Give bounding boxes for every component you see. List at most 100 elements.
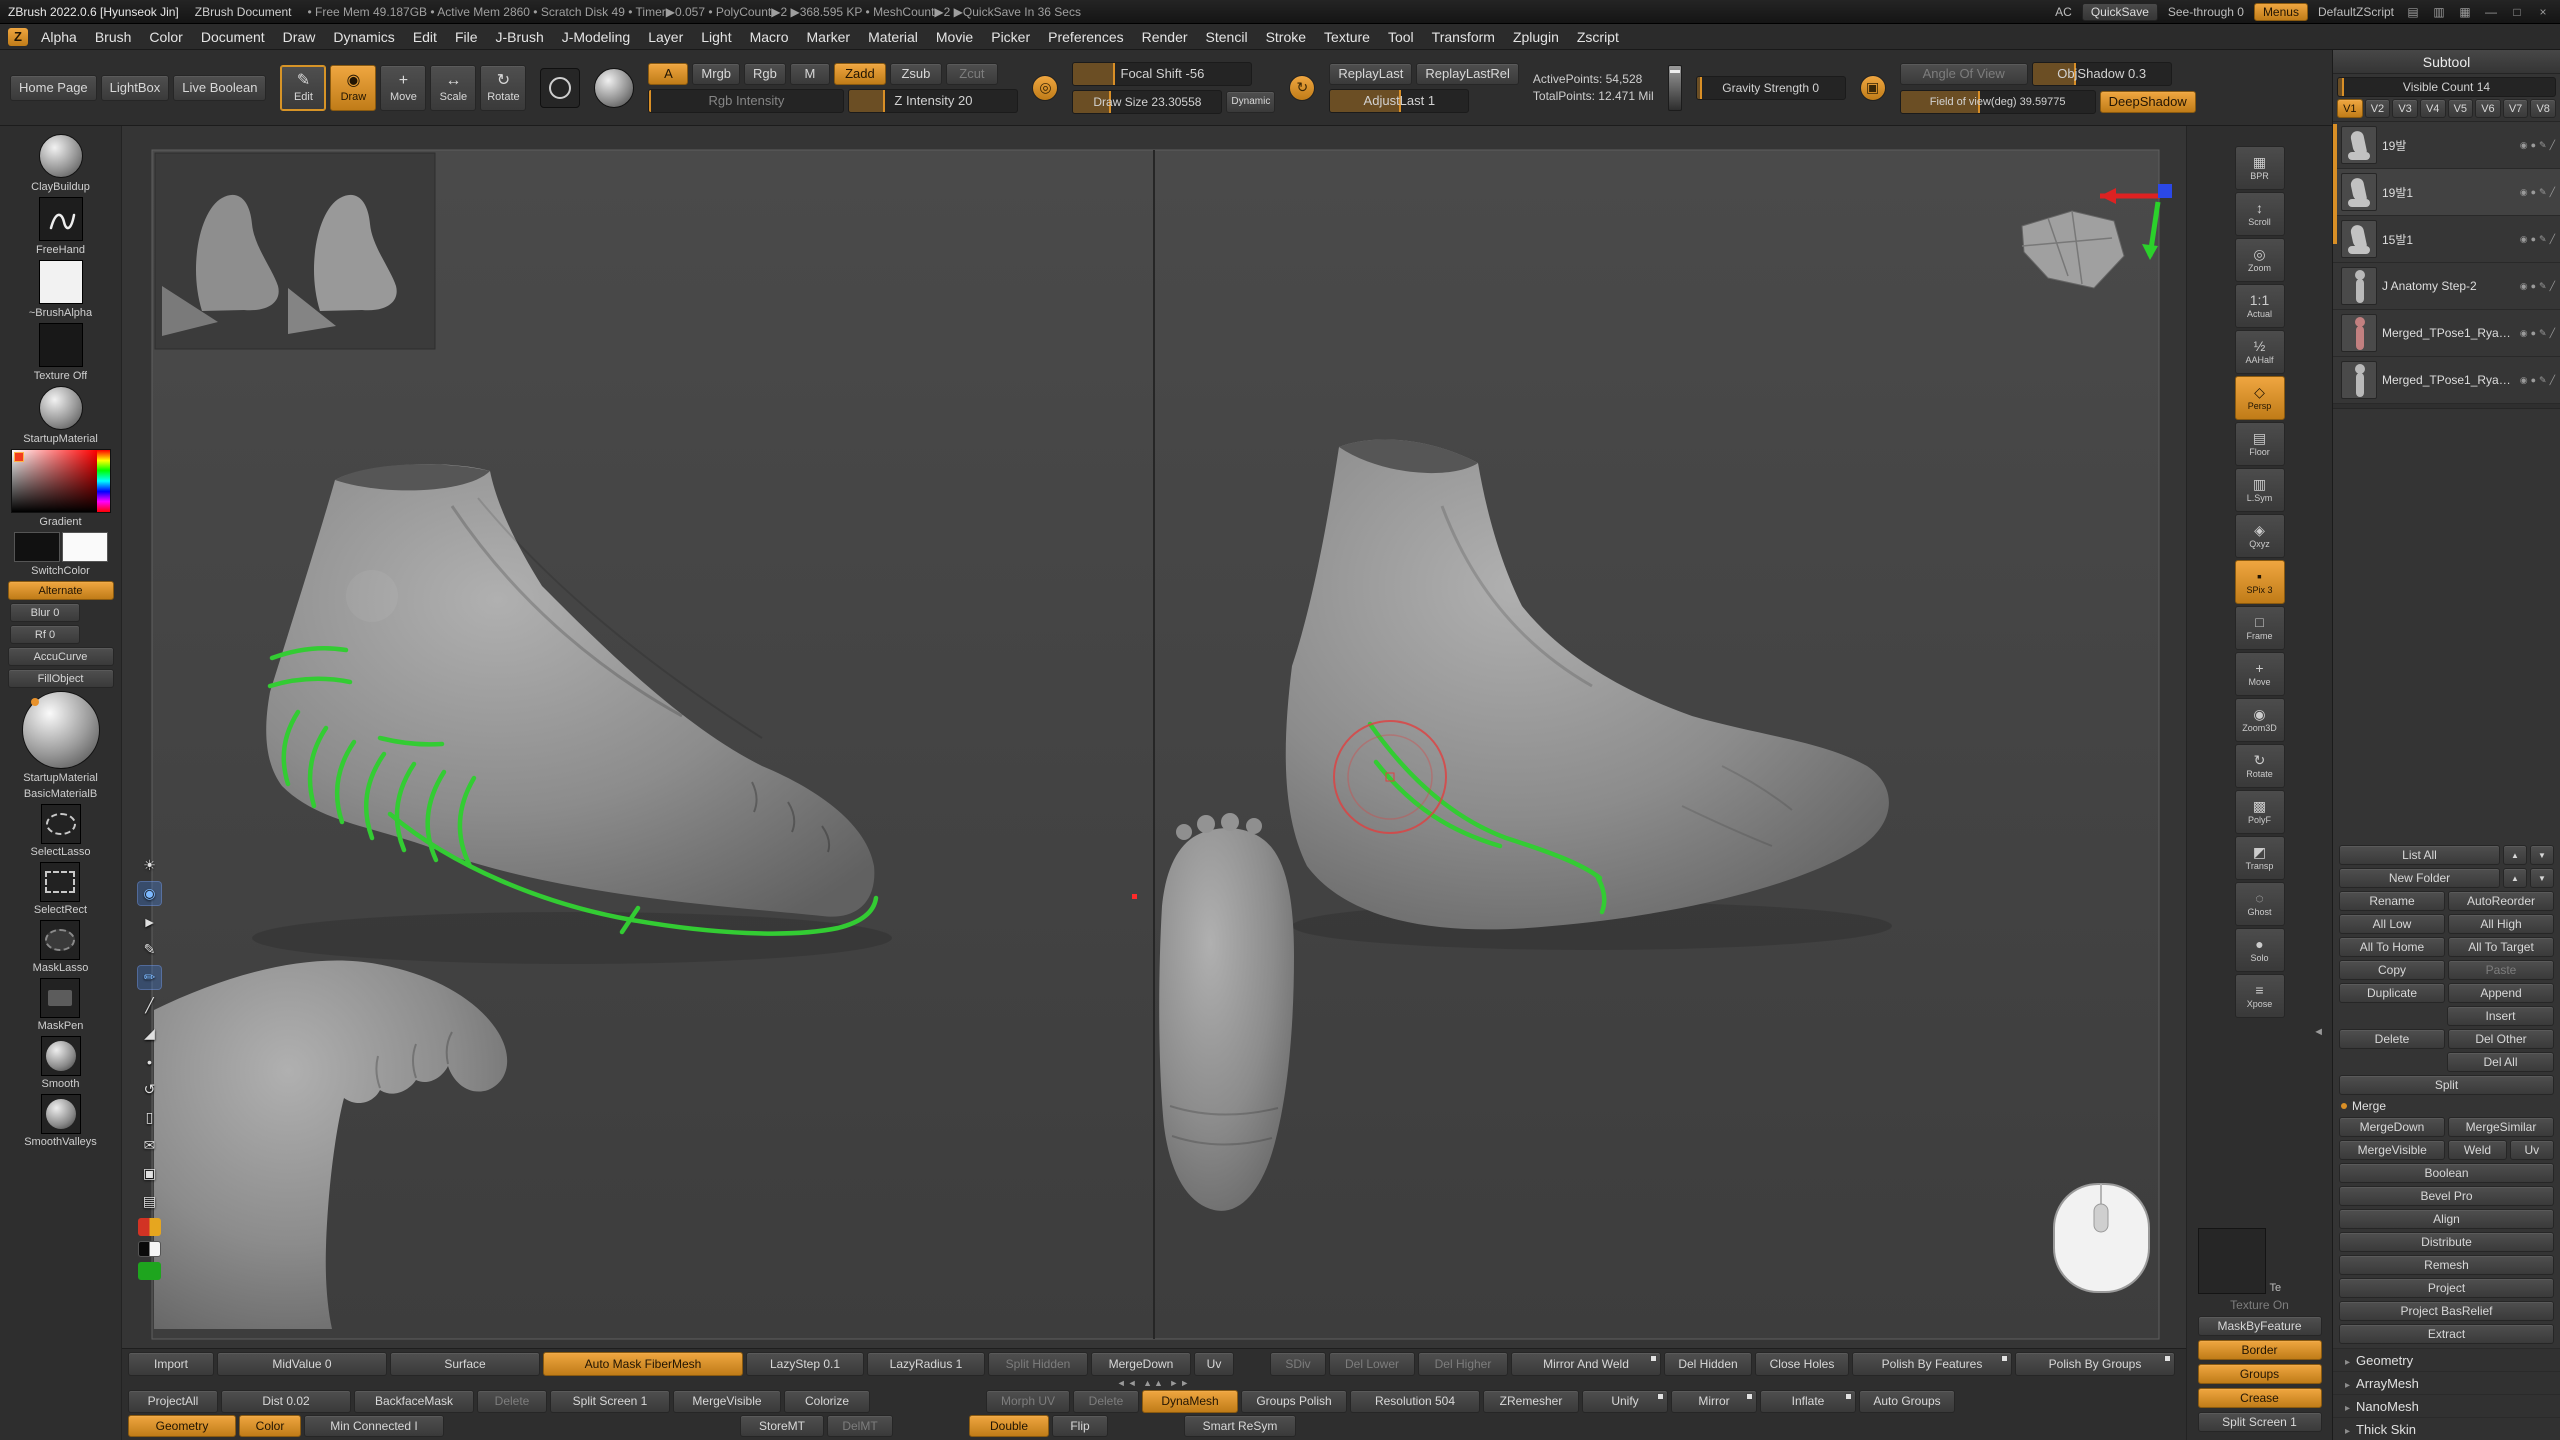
window-control-icon[interactable]: ▥ [2430, 5, 2448, 19]
insert-button[interactable]: Insert [2447, 1006, 2554, 1026]
sculpt-icon[interactable] [2539, 328, 2547, 339]
canvas-tool-icon[interactable]: ► [138, 910, 161, 933]
bottom-bar-button[interactable]: Flip [1052, 1415, 1108, 1437]
bottom-bar-button[interactable]: Inflate [1760, 1390, 1856, 1414]
pose-icon[interactable] [2550, 187, 2555, 198]
bottom-bar-button[interactable]: Import [128, 1352, 214, 1376]
menu-item[interactable]: Draw [274, 29, 325, 45]
polypaint-icon[interactable] [2531, 187, 2536, 198]
subtool-row[interactable]: 19발1 [2333, 169, 2560, 216]
weld-button[interactable]: Weld [2448, 1140, 2506, 1160]
delete-button[interactable]: Delete [2339, 1029, 2445, 1049]
all-to-target-button[interactable]: All To Target [2448, 937, 2554, 957]
subtool-up-icon[interactable] [2503, 845, 2527, 865]
gravity-direction-widget[interactable] [1668, 65, 1682, 111]
canvas-tool-icon[interactable]: ╱ [138, 994, 161, 1017]
bottom-bar-button[interactable]: Geometry [128, 1415, 236, 1437]
subtool-version-tab[interactable]: V2 [2365, 99, 2391, 118]
menu-item[interactable]: Alpha [32, 29, 86, 45]
menu-item[interactable]: Transform [1423, 29, 1504, 45]
subtool-thumbnail[interactable] [2341, 267, 2377, 305]
menu-item[interactable]: Movie [927, 29, 982, 45]
color-picker[interactable] [11, 449, 111, 513]
right-shelf-button[interactable]: ◉ Zoom3D [2235, 698, 2285, 742]
right-shelf-button[interactable]: ▤ Floor [2235, 422, 2285, 466]
texture-on-label[interactable]: Texture On [2198, 1298, 2322, 1312]
menu-item[interactable]: Zplugin [1504, 29, 1568, 45]
menu-item[interactable]: Marker [798, 29, 860, 45]
list-all-button[interactable]: List All [2339, 845, 2500, 865]
merge-similar-button[interactable]: MergeSimilar [2448, 1117, 2554, 1137]
gravity-strength-slider[interactable]: Gravity Strength 0 [1696, 76, 1846, 100]
copy-button[interactable]: Copy [2339, 960, 2445, 980]
split-button[interactable]: Split [2339, 1075, 2554, 1095]
subtool-list-scrollbar[interactable] [2333, 124, 2337, 244]
gradient-label[interactable]: Gradient [39, 516, 81, 529]
secondary-color-swatch[interactable] [62, 532, 108, 562]
right-shelf-button[interactable]: ◈ Qxyz [2235, 514, 2285, 558]
rename-button[interactable]: Rename [2339, 891, 2445, 911]
texture-sphere-preview[interactable] [594, 68, 634, 108]
bevel-pro-button[interactable]: Bevel Pro [2339, 1186, 2554, 1206]
texture-preview-thumbnail[interactable] [2198, 1228, 2266, 1294]
main-color-swatch[interactable] [14, 532, 60, 562]
menu-item[interactable]: Texture [1315, 29, 1379, 45]
polypaint-icon[interactable] [2531, 281, 2536, 292]
quick-brush-thumbnail[interactable] [40, 862, 80, 902]
project-button[interactable]: Project [2339, 1278, 2554, 1298]
bottom-bar-button[interactable]: SDiv [1270, 1352, 1326, 1376]
subtool-version-tab[interactable]: V7 [2503, 99, 2529, 118]
canvas-tool-icon[interactable]: ◉ [138, 882, 161, 905]
bottom-bar-button[interactable]: Color [239, 1415, 301, 1437]
current-stroke-thumbnail[interactable] [39, 197, 83, 241]
bottom-bar-button[interactable]: Del Hidden [1664, 1352, 1752, 1376]
z-intensity-slider[interactable]: Z Intensity 20 [848, 89, 1018, 113]
bottom-bar-button[interactable]: DynaMesh [1142, 1390, 1238, 1414]
bottom-bar-button[interactable]: LazyRadius 1 [867, 1352, 985, 1376]
accucurve-button[interactable]: AccuCurve [8, 647, 114, 666]
polypaint-icon[interactable] [2531, 375, 2536, 386]
draw-size-slider[interactable]: Draw Size 23.30558 [1072, 90, 1222, 114]
subtool-row[interactable]: 19발 [2333, 122, 2560, 169]
bottom-bar-button[interactable]: Double [969, 1415, 1049, 1437]
del-all-button[interactable]: Del All [2447, 1052, 2554, 1072]
replay-last-button[interactable]: ReplayLast [1329, 63, 1412, 85]
canvas-tool-icon[interactable]: ▤ [138, 1190, 161, 1213]
menu-item[interactable]: J-Brush [487, 29, 553, 45]
project-basrelief-button[interactable]: Project BasRelief [2339, 1301, 2554, 1321]
subtool-thumbnail[interactable] [2341, 314, 2377, 352]
menu-item[interactable]: Dynamics [324, 29, 403, 45]
all-high-button[interactable]: All High [2448, 914, 2554, 934]
right-shelf-button[interactable]: ◇ Persp [2235, 376, 2285, 420]
mode-button[interactable]: ◉ Draw [330, 65, 376, 111]
default-zscript-label[interactable]: DefaultZScript [2318, 5, 2394, 19]
menu-item[interactable]: Material [859, 29, 927, 45]
bottom-bar-button[interactable]: MidValue 0 [217, 1352, 387, 1376]
sculpt-mode-button[interactable]: Zsub [890, 63, 942, 85]
dynamic-toggle[interactable]: Dynamic [1226, 91, 1275, 113]
all-to-home-button[interactable]: All To Home [2339, 937, 2445, 957]
right-shelf-button[interactable]: + Move [2235, 652, 2285, 696]
subtool-down-icon[interactable] [2530, 845, 2554, 865]
menu-item[interactable]: Brush [86, 29, 141, 45]
pose-icon[interactable] [2550, 328, 2555, 339]
rf-slider[interactable]: Rf 0 [10, 625, 80, 644]
right-shelf-button[interactable]: ◩ Transp [2235, 836, 2285, 880]
rgb-intensity-slider[interactable]: Rgb Intensity [648, 89, 844, 113]
quick-brush-thumbnail[interactable] [40, 920, 80, 960]
auto-reorder-button[interactable]: AutoReorder [2448, 891, 2554, 911]
new-folder-button[interactable]: New Folder [2339, 868, 2500, 888]
subtool-row[interactable]: Merged_TPose1_Ryan_Kingslien [2333, 357, 2560, 404]
color-mode-button[interactable]: Rgb [744, 63, 786, 85]
right-shelf-button[interactable]: ◌ Ghost [2235, 882, 2285, 926]
bottom-bar-button[interactable]: Smart ReSym [1184, 1415, 1296, 1437]
menu-item[interactable]: Stencil [1197, 29, 1257, 45]
sculpt-icon[interactable] [2539, 234, 2547, 245]
right-shelf-button[interactable]: ▩ PolyF [2235, 790, 2285, 834]
angle-of-view-button[interactable]: Angle Of View [1900, 63, 2028, 85]
menu-item[interactable]: Color [140, 29, 191, 45]
home-page-button[interactable]: Home Page [10, 75, 97, 101]
mode-button[interactable]: ↔ Scale [430, 65, 476, 111]
visibility-icon[interactable] [2520, 140, 2528, 151]
subtool-version-tab[interactable]: V1 [2337, 99, 2363, 118]
